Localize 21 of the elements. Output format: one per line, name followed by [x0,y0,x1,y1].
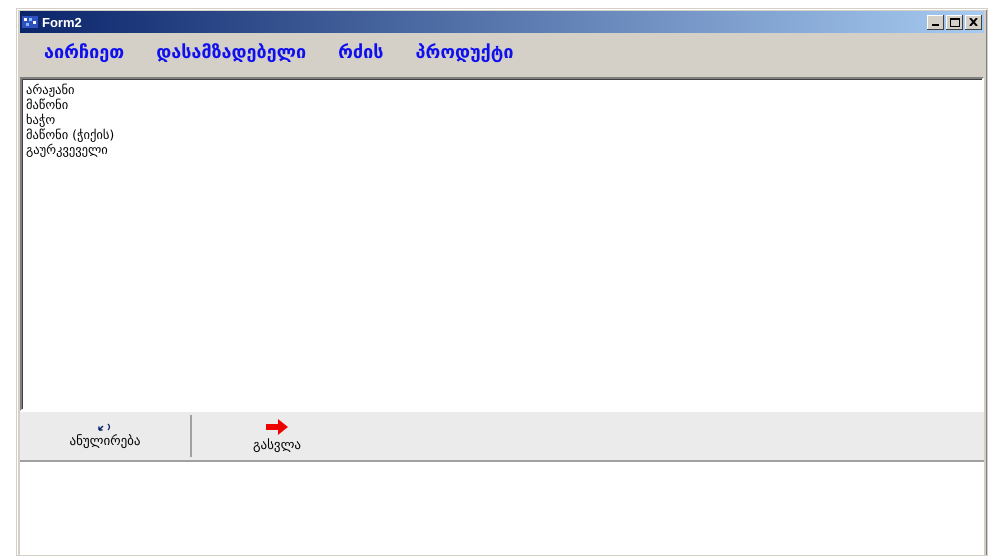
heading-word: რძის [338,42,384,65]
list-item[interactable]: გაურკვეველი [26,142,978,157]
list-item[interactable]: ხაჭო [26,112,978,127]
heading-word: დასამზადებელი [156,42,306,65]
maximize-icon [950,18,960,26]
undo-icon [98,423,112,431]
window-title: Form2 [42,14,82,30]
close-button[interactable] [965,14,982,30]
app-icon [22,15,38,29]
arrow-icon [266,419,288,435]
product-list[interactable]: არაჟანი მაწონი ხაჭო მაწონი (ჭიქის) გაურკვეველი [20,77,984,411]
list-item[interactable]: მაწონი (ჭიქის) [26,127,978,142]
heading-word: აირჩიეთ [44,42,124,65]
close-icon [969,18,978,26]
list-item[interactable]: მაწონი [26,97,978,112]
list-item[interactable]: არაჟანი [26,82,978,97]
exit-button[interactable]: გასვლა [192,412,362,460]
maximize-button[interactable] [946,14,963,30]
cancel-button[interactable]: ანულირება [20,412,190,460]
heading-word: პროდუქტი [416,42,514,65]
minimize-button[interactable] [927,14,944,30]
